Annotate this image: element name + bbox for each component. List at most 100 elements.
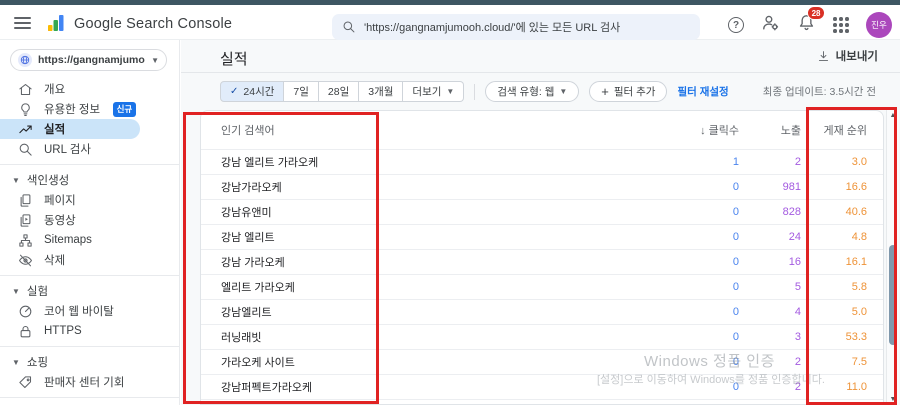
date-range-more-button[interactable]: 더보기 ▼ bbox=[403, 81, 464, 102]
table-row[interactable]: 강남가라오케 0 981 16.6 bbox=[201, 175, 883, 200]
video-icon bbox=[17, 213, 33, 228]
sidebar-item-pages[interactable]: 페이지 bbox=[0, 190, 179, 210]
chevron-down-icon: ▼ bbox=[12, 176, 20, 185]
column-header-position[interactable]: 게재 순위 bbox=[801, 122, 867, 138]
last-updated-text: 최종 업데이트: 3.5시간 전 bbox=[763, 84, 876, 99]
clicks-cell[interactable]: 0 bbox=[619, 256, 739, 268]
query-cell: 러닝래빗 bbox=[221, 329, 619, 345]
table-row[interactable]: 강남엘리트 0 4 5.0 bbox=[201, 300, 883, 325]
user-avatar[interactable]: 진우 bbox=[866, 12, 892, 38]
table-header-row: 인기 검색어 ↓클릭수 노출 게재 순위 bbox=[201, 111, 883, 150]
url-inspection-search-input[interactable]: 'https://gangnamjumooh.cloud/'에 있는 모든 UR… bbox=[332, 14, 700, 40]
account-settings-icon[interactable] bbox=[761, 13, 780, 37]
search-icon bbox=[342, 20, 356, 34]
menu-icon[interactable] bbox=[14, 17, 31, 32]
query-cell: 강남 엘리트 가라오케 bbox=[221, 154, 619, 170]
main-content: 실적 내보내기 ✓ 24시간 7일 28일 3개월 더보기 ▼ 검색 유형: 웹… bbox=[181, 40, 900, 405]
tag-icon bbox=[17, 375, 33, 390]
sidebar-item-overview[interactable]: 개요 bbox=[0, 79, 179, 99]
new-badge: 신규 bbox=[113, 102, 136, 117]
vertical-scrollbar[interactable]: ▲ ▼ bbox=[886, 110, 899, 405]
notifications-icon[interactable]: 28 bbox=[797, 13, 816, 37]
section-label: 실험 bbox=[27, 283, 48, 299]
sidebar-item-label: 페이지 bbox=[44, 192, 76, 208]
help-icon[interactable]: ? bbox=[728, 17, 744, 33]
sidebar-item-merchant-center[interactable]: 판매자 센터 기회 bbox=[0, 372, 179, 392]
clicks-cell[interactable]: 0 bbox=[619, 181, 739, 193]
impressions-cell[interactable]: 828 bbox=[739, 206, 801, 218]
impressions-cell[interactable]: 5 bbox=[739, 281, 801, 293]
sidebar-item-label: 코어 웹 바이탈 bbox=[44, 303, 114, 319]
column-header-query[interactable]: 인기 검색어 bbox=[221, 122, 619, 138]
column-header-impressions[interactable]: 노출 bbox=[739, 122, 801, 138]
export-button[interactable]: 내보내기 bbox=[817, 48, 878, 64]
add-filter-chip[interactable]: + 필터 추가 bbox=[589, 81, 667, 102]
clicks-cell[interactable]: 0 bbox=[619, 331, 739, 343]
notification-badge: 28 bbox=[807, 6, 825, 20]
section-label: 쇼핑 bbox=[27, 354, 48, 370]
clicks-cell[interactable]: 0 bbox=[619, 281, 739, 293]
query-cell: 엘리트 가라오케 bbox=[221, 279, 619, 295]
check-icon: ✓ bbox=[230, 86, 238, 97]
clicks-cell[interactable]: 0 bbox=[619, 306, 739, 318]
chevron-down-icon: ▼ bbox=[12, 287, 20, 296]
sort-desc-icon: ↓ bbox=[700, 125, 706, 137]
clicks-cell[interactable]: 0 bbox=[619, 231, 739, 243]
position-cell: 53.3 bbox=[801, 331, 867, 343]
sidebar-section-indexing[interactable]: ▼ 색인생성 bbox=[0, 170, 179, 190]
date-range-28d-button[interactable]: 28일 bbox=[319, 81, 359, 102]
scroll-down-icon[interactable]: ▼ bbox=[887, 396, 899, 403]
table-row[interactable]: 강남 가라오케 0 16 16.1 bbox=[201, 250, 883, 275]
impressions-cell[interactable]: 3 bbox=[739, 331, 801, 343]
section-label: 색인생성 bbox=[27, 172, 69, 188]
gauge-icon bbox=[17, 304, 33, 319]
apps-grid-icon[interactable] bbox=[833, 17, 849, 33]
clicks-cell[interactable]: 1 bbox=[619, 156, 739, 168]
clicks-cell[interactable]: 0 bbox=[619, 206, 739, 218]
impressions-cell[interactable]: 16 bbox=[739, 256, 801, 268]
sidebar-item-label: URL 검사 bbox=[44, 141, 91, 157]
sidebar-item-performance[interactable]: 실적 bbox=[0, 119, 140, 139]
queries-table: 인기 검색어 ↓클릭수 노출 게재 순위 강남 엘리트 가라오케 1 2 3.0… bbox=[200, 110, 884, 405]
divider bbox=[0, 275, 179, 276]
position-cell: 40.6 bbox=[801, 206, 867, 218]
date-range-segmented-control: ✓ 24시간 7일 28일 3개월 더보기 ▼ bbox=[220, 81, 464, 102]
table-row[interactable]: 엘리트 가라오케 0 5 5.8 bbox=[201, 275, 883, 300]
impressions-cell[interactable]: 2 bbox=[739, 156, 801, 168]
impressions-cell[interactable]: 4 bbox=[739, 306, 801, 318]
chevron-down-icon: ▼ bbox=[12, 358, 20, 367]
impressions-cell[interactable]: 24 bbox=[739, 231, 801, 243]
page-header: 실적 내보내기 bbox=[181, 40, 900, 73]
sidebar-item-label: 삭제 bbox=[44, 252, 65, 268]
sitemap-icon bbox=[17, 233, 33, 248]
sidebar-item-label: HTTPS bbox=[44, 325, 82, 337]
date-range-3m-button[interactable]: 3개월 bbox=[359, 81, 403, 102]
sidebar-item-removals[interactable]: 삭제 bbox=[0, 250, 179, 270]
trending-up-icon bbox=[17, 122, 33, 137]
sidebar-item-insights[interactable]: 유용한 정보 신규 bbox=[0, 99, 179, 119]
date-range-7d-button[interactable]: 7일 bbox=[284, 81, 319, 102]
date-range-24h-button[interactable]: ✓ 24시간 bbox=[220, 81, 284, 102]
reset-filters-link[interactable]: 필터 재설정 bbox=[677, 84, 728, 99]
eye-off-icon bbox=[17, 253, 33, 268]
table-row[interactable]: 강남유앤미 0 828 40.6 bbox=[201, 200, 883, 225]
scrollbar-thumb[interactable] bbox=[889, 245, 897, 345]
sidebar-item-label: 판매자 센터 기회 bbox=[44, 374, 124, 390]
impressions-cell[interactable]: 981 bbox=[739, 181, 801, 193]
property-globe-icon bbox=[18, 53, 32, 67]
sidebar-item-sitemaps[interactable]: Sitemaps bbox=[0, 230, 179, 250]
scroll-up-icon[interactable]: ▲ bbox=[887, 112, 899, 119]
sidebar-section-experience[interactable]: ▼ 실험 bbox=[0, 281, 179, 301]
table-row[interactable]: 강남 엘리트 0 24 4.8 bbox=[201, 225, 883, 250]
sidebar-section-shopping[interactable]: ▼ 쇼핑 bbox=[0, 352, 179, 372]
sidebar-item-videos[interactable]: 동영상 bbox=[0, 210, 179, 230]
table-row[interactable]: 러닝래빗 0 3 53.3 bbox=[201, 325, 883, 350]
property-selector[interactable]: https://gangnamjumoo... ▼ bbox=[10, 49, 167, 71]
sidebar-item-url-inspection[interactable]: URL 검사 bbox=[0, 139, 179, 159]
sidebar-item-https[interactable]: HTTPS bbox=[0, 321, 179, 341]
sidebar-item-core-web-vitals[interactable]: 코어 웹 바이탈 bbox=[0, 301, 179, 321]
search-type-chip[interactable]: 검색 유형: 웹 ▼ bbox=[485, 81, 579, 102]
position-cell: 16.6 bbox=[801, 181, 867, 193]
column-header-clicks[interactable]: ↓클릭수 bbox=[619, 122, 739, 138]
table-row[interactable]: 강남 엘리트 가라오케 1 2 3.0 bbox=[201, 150, 883, 175]
